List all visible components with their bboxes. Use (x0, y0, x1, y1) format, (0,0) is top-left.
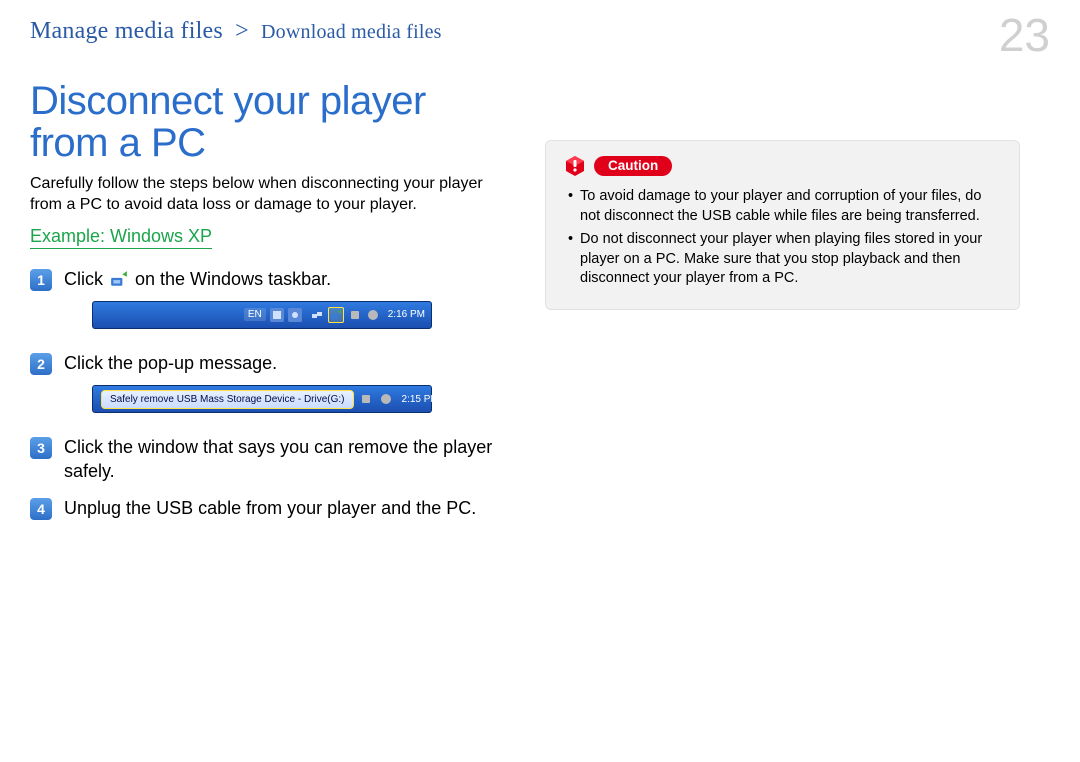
left-column: Disconnect your player from a PC Careful… (30, 80, 505, 532)
caution-label: Caution (594, 156, 672, 176)
step-3: 3 Click the window that says you can rem… (30, 435, 505, 484)
tray-icon-generic (270, 307, 284, 323)
windows-taskbar-2: Safely remove USB Mass Storage Device - … (92, 385, 432, 413)
step-2: 2 Click the pop-up message. Safely remov… (30, 351, 505, 423)
caution-item: To avoid damage to your player and corru… (564, 187, 1001, 226)
step-number-badge: 1 (30, 269, 52, 291)
step-1-text: Click on the Windows taskbar. (64, 267, 505, 291)
step-3-text: Click the window that says you can remov… (64, 435, 505, 484)
breadcrumb-sub: Download media files (261, 21, 442, 43)
example-label: Example: Windows XP (30, 226, 212, 249)
step-4-text: Unplug the USB cable from your player an… (64, 496, 505, 520)
step-1: 1 Click on the Windows taskbar. EN (30, 267, 505, 339)
step-2-text: Click the pop-up message. (64, 351, 505, 375)
tray-icon-generic (288, 307, 302, 323)
header-row: Manage media files > Download media file… (30, 18, 1050, 58)
steps-list: 1 Click on the Windows taskbar. EN (30, 267, 505, 520)
intro-text: Carefully follow the steps below when di… (30, 174, 505, 216)
taskbar-lang-indicator: EN (244, 308, 266, 321)
step-1-text-after: on the Windows taskbar. (130, 269, 331, 289)
page-number: 23 (999, 12, 1050, 58)
tray-icon-volume (378, 391, 394, 407)
caution-header: Caution (564, 155, 1001, 177)
tray-icon-network (310, 307, 324, 323)
right-column: Caution To avoid damage to your player a… (545, 80, 1020, 532)
page-title: Disconnect your player from a PC (30, 80, 505, 164)
caution-cube-icon (564, 155, 586, 177)
step-4: 4 Unplug the USB cable from your player … (30, 496, 505, 520)
windows-taskbar-1: EN 2:16 PM (92, 301, 432, 329)
breadcrumb-separator: > (229, 18, 255, 44)
taskbar-clock-1: 2:16 PM (384, 309, 425, 320)
breadcrumb-main: Manage media files (30, 18, 223, 44)
step-number-badge: 2 (30, 353, 52, 375)
step-number-badge: 4 (30, 498, 52, 520)
tray-icon-volume (366, 307, 380, 323)
breadcrumb: Manage media files > Download media file… (30, 18, 442, 45)
safely-remove-popup: Safely remove USB Mass Storage Device - … (101, 390, 354, 409)
step-1-text-before: Click (64, 269, 108, 289)
tray-icon-device (348, 307, 362, 323)
safely-remove-hardware-icon (110, 270, 128, 288)
caution-box: Caution To avoid damage to your player a… (545, 140, 1020, 310)
safely-remove-hardware-tray-icon (328, 307, 344, 323)
caution-list: To avoid damage to your player and corru… (564, 187, 1001, 289)
caution-item: Do not disconnect your player when playi… (564, 230, 1001, 289)
taskbar-clock-2: 2:15 PM (398, 394, 439, 405)
tray-icon-device (358, 391, 374, 407)
step-number-badge: 3 (30, 437, 52, 459)
